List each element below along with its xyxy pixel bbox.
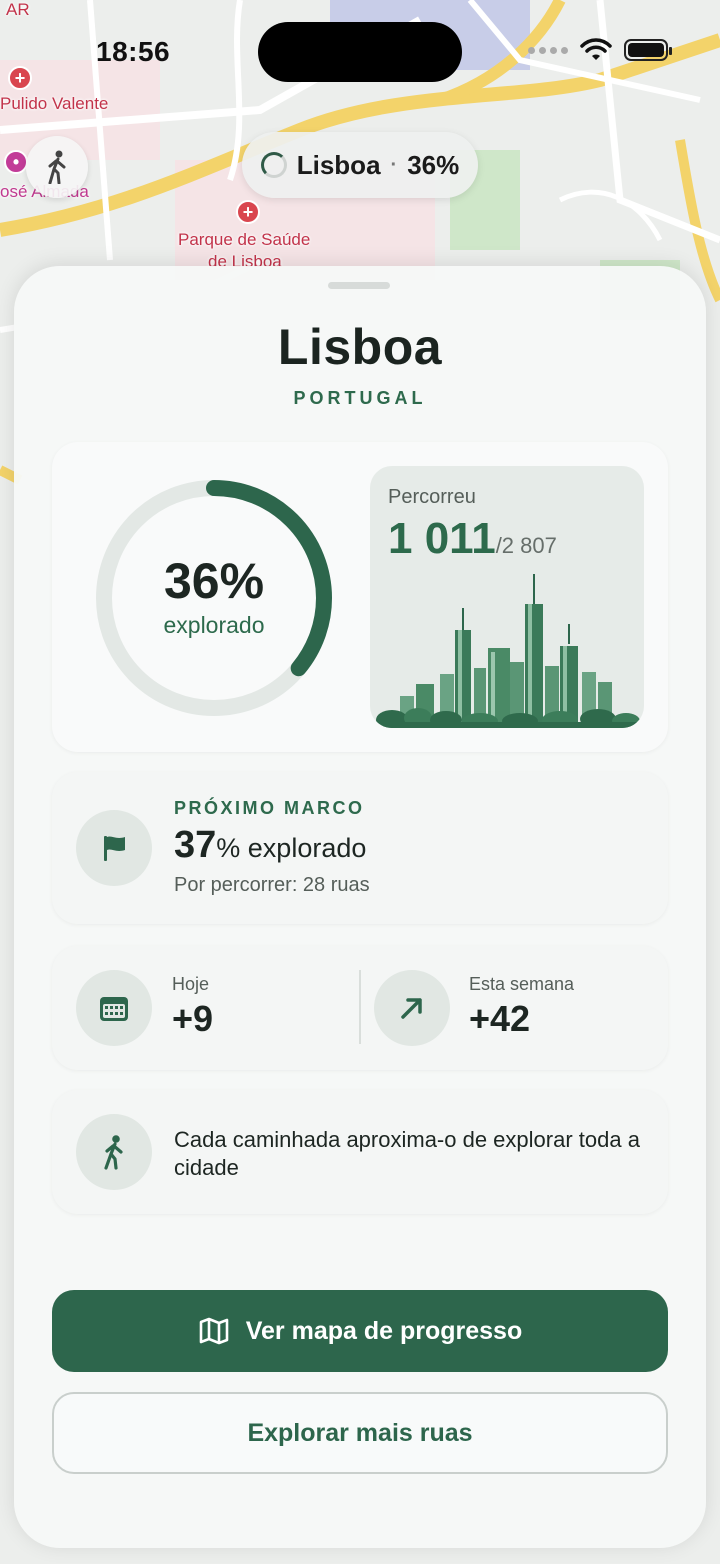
map-icon: [199, 1317, 229, 1345]
progress-spinner-icon: [260, 152, 287, 178]
explore-more-streets-label: Explorar mais ruas: [247, 1418, 473, 1447]
flag-icon: [104, 836, 125, 861]
today-label: Hoje: [172, 974, 210, 994]
status-icons: [528, 38, 672, 62]
country-subtitle: PORTUGAL: [293, 388, 427, 408]
progress-card: 36% explorado Percorreu 1 011/2 807: [52, 442, 668, 752]
walking-person-icon: [48, 150, 66, 184]
shop-icon: •: [4, 150, 28, 174]
map-label-top-left: AR: [6, 0, 30, 19]
arrow-up-right-icon: [401, 998, 422, 1019]
week-icon-container: [374, 970, 450, 1046]
city-pill-percent: 36%: [407, 149, 460, 180]
motivation-tip-card: Cada caminhada aproxima-o de explorar to…: [52, 1090, 668, 1214]
milestone-suffix: % explorado: [216, 833, 367, 863]
map-label-hospital: Pulido Valente: [0, 94, 109, 113]
walked-count: 1 011: [388, 514, 496, 563]
calendar-icon: [100, 997, 128, 1021]
cellular-signal-icon: [528, 46, 568, 54]
milestone-remaining: Por percorrer: 28 ruas: [174, 874, 370, 896]
explore-more-streets-button[interactable]: Explorar mais ruas: [52, 1392, 668, 1474]
milestone-icon-container: [76, 810, 152, 886]
hospital-icon: +: [8, 66, 32, 90]
tip-icon-container: [76, 1114, 152, 1190]
week-label: Esta semana: [469, 974, 575, 994]
status-time: 18:56: [96, 36, 171, 67]
city-title: Lisboa: [277, 319, 443, 375]
wifi-icon: [580, 38, 612, 60]
dynamic-island: [258, 22, 462, 82]
map-label-park: Parque de Saúde: [178, 230, 311, 249]
milestone-percent: 37: [174, 824, 217, 866]
walked-total: /2 807: [495, 533, 557, 558]
progress-caption: explorado: [163, 612, 265, 638]
sheet-grabber[interactable]: [328, 282, 390, 289]
view-progress-map-label: Ver mapa de progresso: [245, 1316, 523, 1345]
city-pill-name: Lisboa: [296, 149, 381, 180]
city-detail-sheet: Lisboa PORTUGAL 36% explorado Percorreu …: [14, 266, 706, 1548]
streets-walked-box: Percorreu 1 011/2 807: [370, 466, 644, 728]
week-value: +42: [469, 998, 531, 1039]
tip-text: Cada caminhada aproxima-o de explorar to…: [174, 1127, 640, 1180]
walked-label: Percorreu: [388, 486, 476, 508]
view-progress-map-button[interactable]: Ver mapa de progresso: [52, 1290, 668, 1372]
stats-divider: [359, 970, 361, 1044]
progress-ring: 36% explorado: [94, 478, 334, 718]
city-pill-separator: ·: [390, 153, 398, 176]
city-skyline-illustration: [370, 574, 644, 728]
city-progress-pill[interactable]: Lisboa · 36%: [242, 132, 478, 198]
battery-icon: [624, 39, 672, 61]
progress-percent: 36%: [163, 553, 265, 609]
milestone-label: PRÓXIMO MARCO: [174, 798, 365, 818]
walking-person-icon: [104, 1135, 123, 1170]
hospital-icon: +: [236, 200, 260, 224]
today-value: +9: [172, 998, 214, 1039]
next-milestone-card[interactable]: PRÓXIMO MARCO 37% explorado Por percorre…: [52, 772, 668, 924]
today-icon-container: [76, 970, 152, 1046]
activity-stats-card: Hoje +9 Esta semana +42: [52, 946, 668, 1070]
walk-mode-button[interactable]: [26, 136, 88, 198]
